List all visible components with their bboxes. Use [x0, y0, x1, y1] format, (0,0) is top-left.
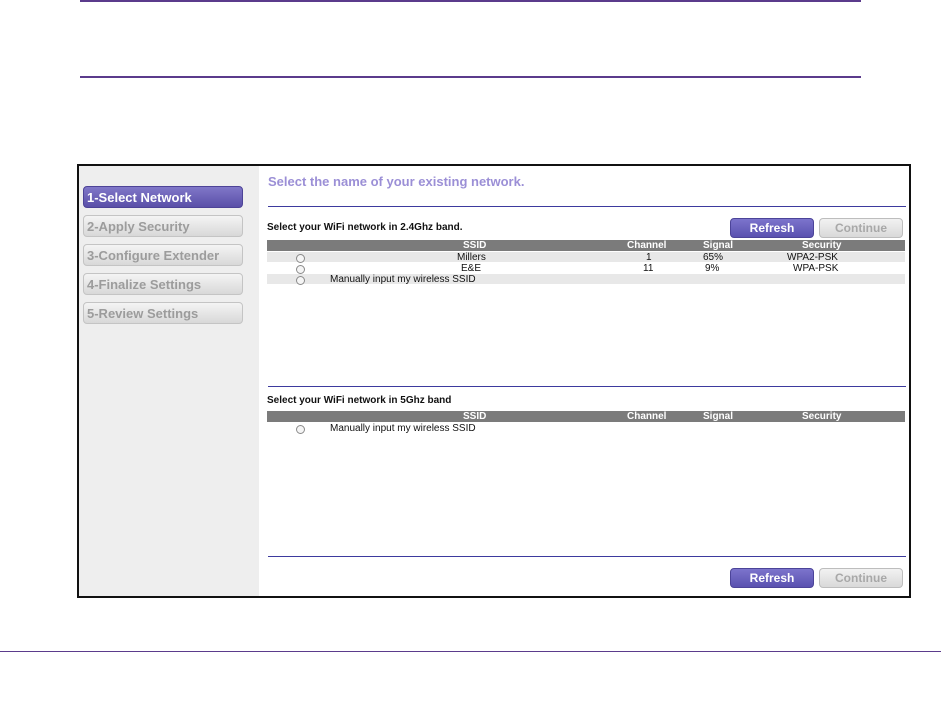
main-panel: Select the name of your existing network…: [259, 166, 909, 596]
table-row[interactable]: E&E 11 9% WPA-PSK: [267, 263, 905, 274]
row-channel: 11: [643, 263, 654, 274]
network-radio[interactable]: [296, 265, 305, 274]
row-security: WPA-PSK: [793, 263, 839, 274]
step-apply-security[interactable]: 2-Apply Security: [83, 215, 243, 237]
row-security: WPA2-PSK: [787, 252, 838, 263]
col-ssid: SSID: [463, 411, 487, 422]
col-signal: Signal: [703, 411, 734, 422]
wizard-sidebar: 1-Select Network 2-Apply Security 3-Conf…: [79, 166, 259, 596]
col-channel: Channel: [627, 411, 667, 422]
top-rule: [80, 0, 861, 2]
col-channel: Channel: [627, 240, 667, 251]
band24-table-header: SSID Channel Signal Security: [267, 240, 905, 251]
band-divider: [268, 386, 906, 387]
manual-ssid-row[interactable]: Manually input my wireless SSID: [267, 423, 905, 434]
col-security: Security: [802, 411, 842, 422]
col-signal: Signal: [703, 240, 734, 251]
step-finalize-settings[interactable]: 4-Finalize Settings: [83, 273, 243, 295]
table-row[interactable]: Millers 1 65% WPA2-PSK: [267, 252, 905, 263]
footer-rule: [0, 651, 941, 652]
row-ssid: Millers: [457, 252, 486, 263]
step-configure-extender[interactable]: 3-Configure Extender: [83, 244, 243, 266]
band5-label: Select your WiFi network in 5Ghz band: [267, 395, 452, 406]
refresh-button-bottom[interactable]: Refresh: [730, 568, 814, 588]
band5-table-header: SSID Channel Signal Security: [267, 411, 905, 422]
network-radio[interactable]: [296, 254, 305, 263]
manual-ssid-radio[interactable]: [296, 425, 305, 434]
step-select-network[interactable]: 1-Select Network: [83, 186, 243, 208]
title-divider: [268, 206, 906, 207]
manual-ssid-label: Manually input my wireless SSID: [330, 274, 476, 285]
band24-label: Select your WiFi network in 2.4Ghz band.: [267, 222, 463, 233]
bottom-divider: [268, 556, 906, 557]
row-signal: 9%: [705, 263, 720, 274]
refresh-button-top[interactable]: Refresh: [730, 218, 814, 238]
screenshot-frame: 1-Select Network 2-Apply Security 3-Conf…: [77, 164, 911, 598]
manual-ssid-label: Manually input my wireless SSID: [330, 423, 476, 434]
continue-button-bottom[interactable]: Continue: [819, 568, 903, 588]
col-ssid: SSID: [463, 240, 487, 251]
col-security: Security: [802, 240, 842, 251]
row-channel: 1: [646, 252, 652, 263]
page-title: Select the name of your existing network…: [268, 174, 525, 189]
header-rule: [80, 76, 861, 78]
row-ssid: E&E: [461, 263, 482, 274]
row-signal: 65%: [703, 252, 724, 263]
manual-ssid-radio[interactable]: [296, 276, 305, 285]
step-review-settings[interactable]: 5-Review Settings: [83, 302, 243, 324]
manual-ssid-row[interactable]: Manually input my wireless SSID: [267, 274, 905, 285]
continue-button-top[interactable]: Continue: [819, 218, 903, 238]
